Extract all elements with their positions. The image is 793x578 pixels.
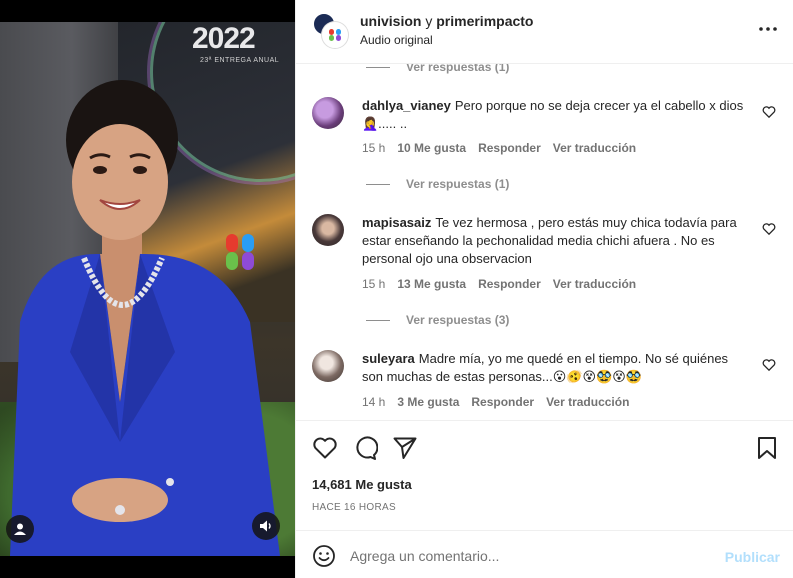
post-media[interactable]: 2022 23ª ENTREGA ANUAL <box>0 0 295 578</box>
post-header: univision y primerimpacto Audio original <box>296 0 793 64</box>
speaker-icon <box>260 520 271 532</box>
reply-button[interactable]: Responder <box>471 395 534 409</box>
reply-button[interactable]: Responder <box>478 277 541 291</box>
collab-avatars[interactable] <box>312 12 348 48</box>
comment-username[interactable]: suleyara <box>362 351 415 366</box>
heart-icon[interactable] <box>762 105 776 119</box>
post-actions: 14,681 Me gusta HACE 16 HORAS <box>296 420 793 530</box>
bookmark-icon[interactable] <box>754 435 780 461</box>
reply-button[interactable]: Responder <box>478 141 541 155</box>
video-frame[interactable]: 2022 23ª ENTREGA ANUAL <box>0 22 295 556</box>
likes-count[interactable]: 14,681 Me gusta <box>312 477 412 492</box>
divider <box>366 66 390 68</box>
tagged-users-button[interactable] <box>6 515 34 543</box>
send-icon[interactable] <box>392 435 418 461</box>
comment-username[interactable]: dahlya_vianey <box>362 98 451 113</box>
heart-icon[interactable] <box>312 435 338 461</box>
audio-link[interactable]: Audio original <box>360 33 433 47</box>
view-replies-button[interactable]: Ver respuestas (1) <box>366 177 509 191</box>
post-details-panel: univision y primerimpacto Audio original… <box>295 0 793 578</box>
comment-time[interactable]: 15 h <box>362 141 385 155</box>
list-item: suleyara Madre mía, yo me quedé en el tie… <box>312 350 782 420</box>
avatar[interactable] <box>312 350 344 382</box>
comment-input[interactable] <box>350 543 710 569</box>
add-comment-bar: Publicar <box>296 530 793 578</box>
comment-text: Madre mía, yo me quedé en el tiempo. No … <box>362 351 729 384</box>
divider <box>366 319 390 321</box>
more-options-button[interactable] <box>759 22 777 36</box>
translate-button[interactable]: Ver traducción <box>553 141 636 155</box>
view-replies-button[interactable]: Ver respuestas (1) <box>366 64 509 74</box>
translate-button[interactable]: Ver traducción <box>546 395 629 409</box>
univision-logo <box>329 29 341 41</box>
comment-likes[interactable]: 13 Me gusta <box>397 277 466 291</box>
comment-body: suleyara Madre mía, yo me quedé en el tie… <box>362 350 752 386</box>
comment-meta: 14 h 3 Me gusta Responder Ver traducción <box>362 395 629 409</box>
view-replies-button[interactable]: Ver respuestas (3) <box>366 313 509 327</box>
translate-button[interactable]: Ver traducción <box>553 277 636 291</box>
comment-icon[interactable] <box>352 435 378 461</box>
author-link-univision[interactable]: univision <box>360 13 421 29</box>
list-item: mapisasaiz Te vez hermosa , pero estás mu… <box>312 214 782 324</box>
avatar[interactable] <box>322 22 348 48</box>
avatar[interactable] <box>312 97 344 129</box>
comment-meta: 15 h 13 Me gusta Responder Ver traducció… <box>362 277 636 291</box>
post-authors: univision y primerimpacto <box>360 13 533 29</box>
person-icon <box>14 523 26 535</box>
comment-likes[interactable]: 3 Me gusta <box>397 395 459 409</box>
comment-time[interactable]: 15 h <box>362 277 385 291</box>
comment-meta: 15 h 10 Me gusta Responder Ver traducció… <box>362 141 636 155</box>
author-link-primerimpacto[interactable]: primerimpacto <box>436 13 533 29</box>
heart-icon[interactable] <box>762 358 776 372</box>
comment-username[interactable]: mapisasaiz <box>362 215 431 230</box>
avatar[interactable] <box>312 214 344 246</box>
comment-body: mapisasaiz Te vez hermosa , pero estás mu… <box>362 214 752 268</box>
smiley-icon[interactable] <box>312 544 336 568</box>
heart-icon[interactable] <box>762 222 776 236</box>
divider <box>366 183 390 185</box>
mute-button[interactable] <box>252 512 280 540</box>
comments-list[interactable]: Ver respuestas (1) dahlya_vianey Pero por… <box>296 64 793 420</box>
comment-time[interactable]: 14 h <box>362 395 385 409</box>
post-timestamp[interactable]: HACE 16 HORAS <box>312 502 396 513</box>
author-connector: y <box>425 13 433 29</box>
comment-body: dahlya_vianey Pero porque no se deja crec… <box>362 97 752 133</box>
more-horizontal-icon <box>759 27 777 31</box>
view-replies-label: Ver respuestas (1) <box>406 64 510 74</box>
post-button[interactable]: Publicar <box>725 549 780 565</box>
person-figure <box>10 80 280 556</box>
view-replies-label: Ver respuestas (1) <box>406 177 510 191</box>
comment-likes[interactable]: 10 Me gusta <box>397 141 466 155</box>
view-replies-label: Ver respuestas (3) <box>406 313 510 327</box>
